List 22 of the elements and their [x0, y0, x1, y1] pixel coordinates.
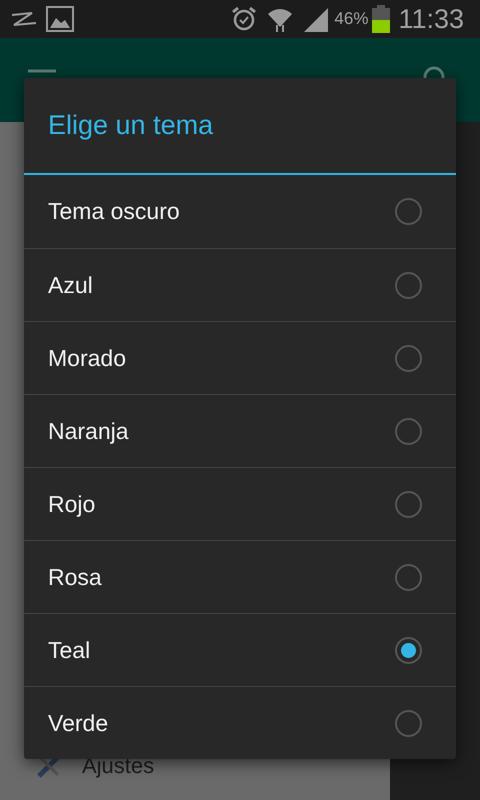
radio-button[interactable]	[395, 710, 422, 736]
battery-percent: 46%	[334, 8, 368, 30]
radio-button[interactable]	[395, 198, 422, 225]
theme-option[interactable]: Rojo	[24, 467, 456, 540]
theme-option[interactable]: Azul	[24, 248, 456, 321]
battery-icon	[372, 5, 390, 33]
radio-button[interactable]	[395, 636, 422, 664]
theme-option[interactable]: Naranja	[24, 394, 456, 467]
dialog-title: Elige un tema	[48, 109, 214, 142]
theme-option[interactable]: Tema oscuro	[24, 175, 456, 248]
theme-option[interactable]: Morado	[24, 321, 456, 394]
radio-button[interactable]	[395, 490, 422, 518]
theme-option[interactable]: Verde	[24, 686, 456, 759]
radio-button[interactable]	[395, 344, 422, 372]
theme-option[interactable]: Teal	[24, 613, 456, 686]
theme-option[interactable]: Rosa	[24, 540, 456, 613]
alarm-clock-icon	[230, 5, 258, 33]
radio-button[interactable]	[395, 272, 422, 298]
radio-button[interactable]	[395, 564, 422, 590]
radio-button[interactable]	[395, 418, 422, 444]
clock-time: 11:33	[398, 2, 464, 36]
image-icon	[46, 6, 74, 32]
